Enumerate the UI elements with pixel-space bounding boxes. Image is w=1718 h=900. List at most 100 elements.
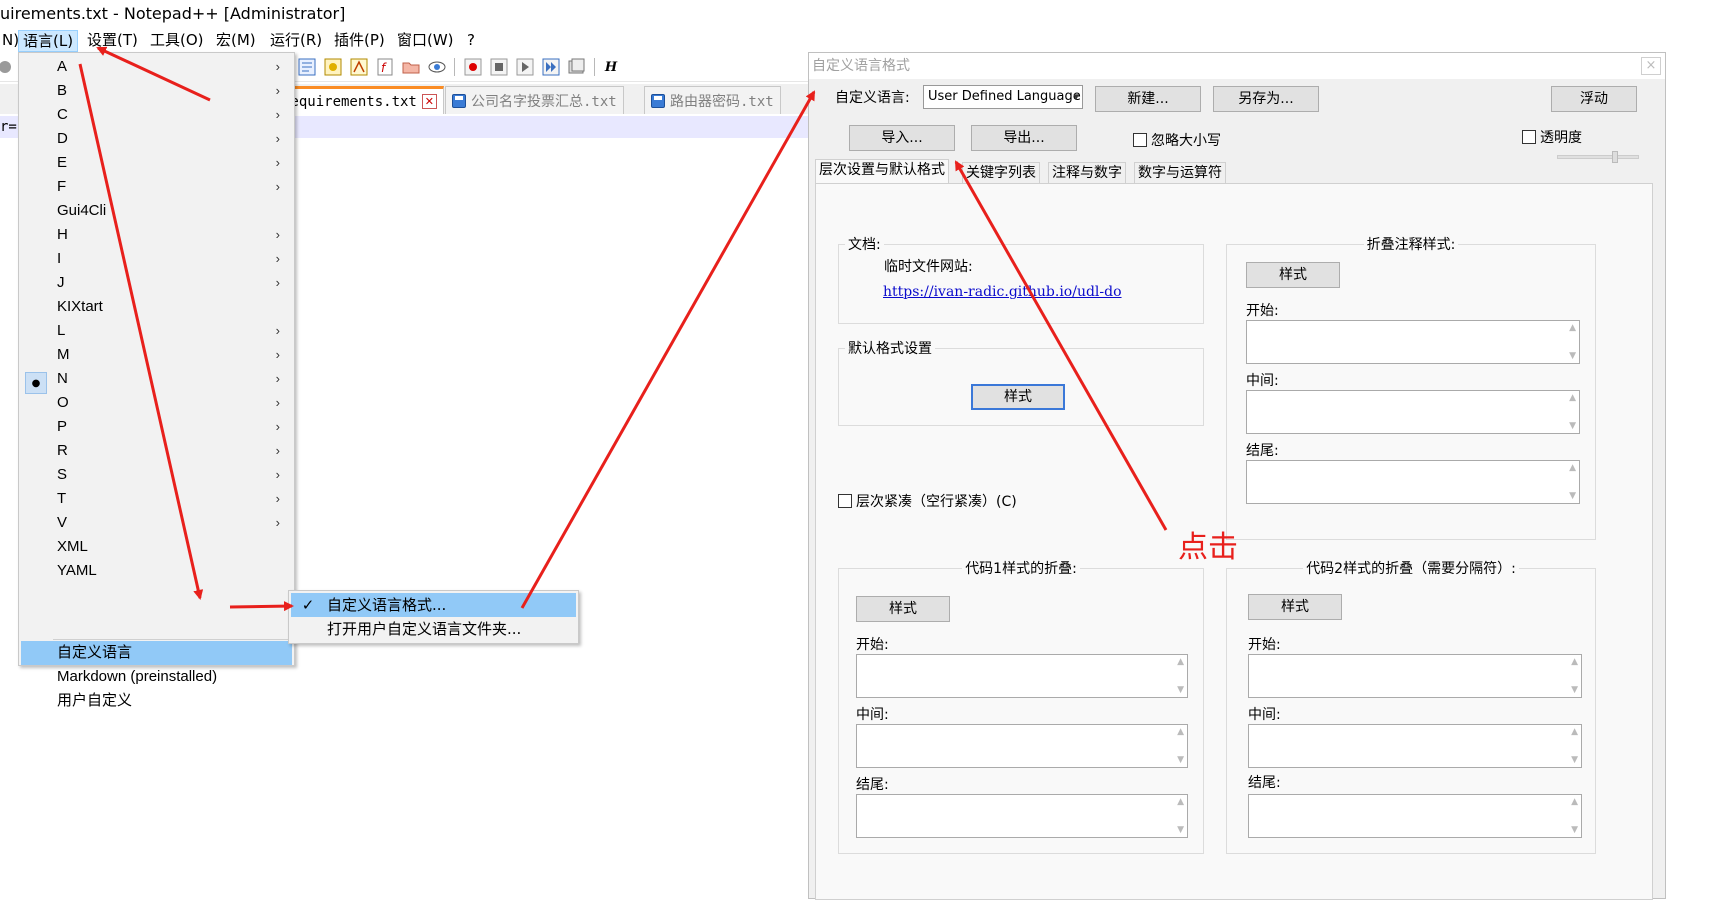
code1-end-input[interactable]: ▲ ▼ xyxy=(856,794,1188,838)
menu-item-lang-e[interactable]: E › xyxy=(21,151,292,175)
temp-site-link[interactable]: https://ivan-radic.github.io/udl-do xyxy=(883,284,1122,300)
menu-item-define-language[interactable]: ✓ 自定义语言格式... xyxy=(291,593,576,617)
menu-tools[interactable]: 工具(O) xyxy=(146,30,208,52)
menu-item-markdown[interactable]: Markdown (preinstalled) xyxy=(21,665,292,689)
stop-macro-icon[interactable] xyxy=(488,56,510,78)
code1-style-button[interactable]: 样式 xyxy=(856,596,950,622)
comment-middle-input[interactable]: ▲ ▼ xyxy=(1246,390,1580,434)
menu-item-label: 自定义语言格式... xyxy=(327,596,447,614)
comment-fold-style-button[interactable]: 样式 xyxy=(1246,262,1340,288)
comment-start-input[interactable]: ▲ ▼ xyxy=(1246,320,1580,364)
new-language-button[interactable]: 新建... xyxy=(1095,86,1201,112)
arrow-to-dialog xyxy=(520,90,816,609)
ignore-case-checkbox[interactable] xyxy=(1133,133,1147,147)
play-macro-icon[interactable] xyxy=(514,56,536,78)
doc-map-eye-icon[interactable] xyxy=(426,56,448,78)
menu-item-lang-d[interactable]: D › xyxy=(21,127,292,151)
code2-end-input[interactable]: ▲ ▼ xyxy=(1248,794,1582,838)
code2-style-button[interactable]: 样式 xyxy=(1248,594,1342,620)
menu-item-lang-b[interactable]: B › xyxy=(21,79,292,103)
menu-item-lang-n[interactable]: N › xyxy=(21,367,292,391)
tab-folder-default[interactable]: 层次设置与默认格式 xyxy=(815,159,949,184)
save-macro-icon[interactable] xyxy=(566,56,588,78)
menu-item-lang-yaml[interactable]: YAML xyxy=(21,559,292,583)
code2-middle-input[interactable]: ▲ ▼ xyxy=(1248,724,1582,768)
menu-item-udl[interactable]: 自定义语言 xyxy=(21,641,292,665)
tab-requirements[interactable]: requirements.txt ✕ xyxy=(275,86,444,114)
save-as-button[interactable]: 另存为... xyxy=(1213,86,1319,112)
function-list-icon[interactable]: f xyxy=(374,56,396,78)
indent-guide-icon[interactable] xyxy=(348,56,370,78)
comment-middle-label: 中间: xyxy=(1246,373,1279,389)
compact-fold-checkbox[interactable] xyxy=(838,494,852,508)
menu-item-open-udl-folder[interactable]: 打开用户自定义语言文件夹... xyxy=(291,617,576,641)
run-macro-multiple-icon[interactable] xyxy=(540,56,562,78)
menu-item-lang-a[interactable]: A › xyxy=(21,55,292,79)
show-all-chars-icon[interactable] xyxy=(322,56,344,78)
menu-item-user-defined[interactable]: 用户自定义 xyxy=(21,689,292,713)
language-select[interactable]: User Defined Language ▾ xyxy=(923,85,1083,109)
menu-plugins[interactable]: 插件(P) xyxy=(330,30,389,52)
transparency-slider[interactable] xyxy=(1557,151,1639,163)
transparency-checkbox[interactable] xyxy=(1522,130,1536,144)
menu-item-lang-gui4cli[interactable]: Gui4Cli xyxy=(21,199,292,223)
menu-language[interactable]: 语言(L) xyxy=(18,30,79,52)
menu-item-lang-f[interactable]: F › xyxy=(21,175,292,199)
menu-item-lang-r[interactable]: R › xyxy=(21,439,292,463)
close-icon[interactable]: × xyxy=(1641,57,1661,75)
float-button[interactable]: 浮动 xyxy=(1551,86,1637,112)
export-button[interactable]: 导出... xyxy=(971,125,1077,151)
default-style-button[interactable]: 样式 xyxy=(971,384,1065,410)
tab-keywords[interactable]: 关键字列表 xyxy=(962,162,1040,184)
group-title: 文档: xyxy=(848,237,881,253)
menu-item-label: KIXtart xyxy=(57,298,103,315)
chevron-right-icon: › xyxy=(275,371,280,386)
documentation-group: 文档: xyxy=(838,234,1204,324)
menu-item-lang-xml[interactable]: XML xyxy=(21,535,292,559)
record-macro-icon[interactable] xyxy=(462,56,484,78)
hex-editor-icon[interactable]: H xyxy=(600,56,622,78)
click-annotation: 点击 xyxy=(1178,530,1238,565)
menu-item-lang-v[interactable]: V › xyxy=(21,511,292,535)
tab-router-password[interactable]: 路由器密码.txt xyxy=(644,86,781,114)
menu-run[interactable]: 运行(R) xyxy=(266,30,326,52)
menu-window[interactable]: 窗口(W) xyxy=(393,30,458,52)
word-wrap-icon[interactable] xyxy=(296,56,318,78)
comment-end-input[interactable]: ▲ ▼ xyxy=(1246,460,1580,504)
menu-help[interactable]: ? xyxy=(463,30,479,52)
menu-macro[interactable]: 宏(M) xyxy=(212,30,260,52)
chevron-right-icon: › xyxy=(275,515,280,530)
menu-item-lang-t[interactable]: T › xyxy=(21,487,292,511)
menu-item-lang-kixtart[interactable]: KIXtart xyxy=(21,295,292,319)
folder-as-workspace-icon[interactable] xyxy=(400,56,422,78)
menu-item-lang-l[interactable]: L › xyxy=(21,319,292,343)
menu-item-lang-j[interactable]: J › xyxy=(21,271,292,295)
code2-start-input[interactable]: ▲ ▼ xyxy=(1248,654,1582,698)
menu-item-lang-c[interactable]: C › xyxy=(21,103,292,127)
menu-item-lang-s[interactable]: S › xyxy=(21,463,292,487)
tab-company-vote[interactable]: 公司名字投票汇总.txt xyxy=(445,86,624,114)
language-label: 自定义语言: xyxy=(835,90,910,106)
chevron-right-icon: › xyxy=(275,275,280,290)
slider-thumb[interactable] xyxy=(1612,151,1618,163)
menu-item-lang-h[interactable]: H › xyxy=(21,223,292,247)
code1-end-label: 结尾: xyxy=(856,777,889,793)
chevron-right-icon: › xyxy=(275,107,280,122)
menu-item-lang-p[interactable]: P › xyxy=(21,415,292,439)
tab-comments[interactable]: 注释与数字 xyxy=(1048,162,1126,184)
tab-operators[interactable]: 数字与运算符 xyxy=(1134,162,1226,184)
menu-item-lang-o[interactable]: O › xyxy=(21,391,292,415)
menu-settings[interactable]: 设置(T) xyxy=(83,30,142,52)
code1-start-input[interactable]: ▲ ▼ xyxy=(856,654,1188,698)
chevron-right-icon: › xyxy=(275,83,280,98)
menu-item-lang-i[interactable]: I › xyxy=(21,247,292,271)
toolbar-partial-icon[interactable] xyxy=(0,56,16,78)
menu-item-label: F xyxy=(57,178,67,195)
menu-item-label: D xyxy=(57,130,68,147)
menu-item-lang-m[interactable]: M › xyxy=(21,343,292,367)
chevron-right-icon: › xyxy=(275,443,280,458)
tab-label: requirements.txt xyxy=(282,93,417,110)
import-button[interactable]: 导入... xyxy=(849,125,955,151)
close-icon[interactable]: ✕ xyxy=(421,94,437,109)
code1-middle-input[interactable]: ▲ ▼ xyxy=(856,724,1188,768)
